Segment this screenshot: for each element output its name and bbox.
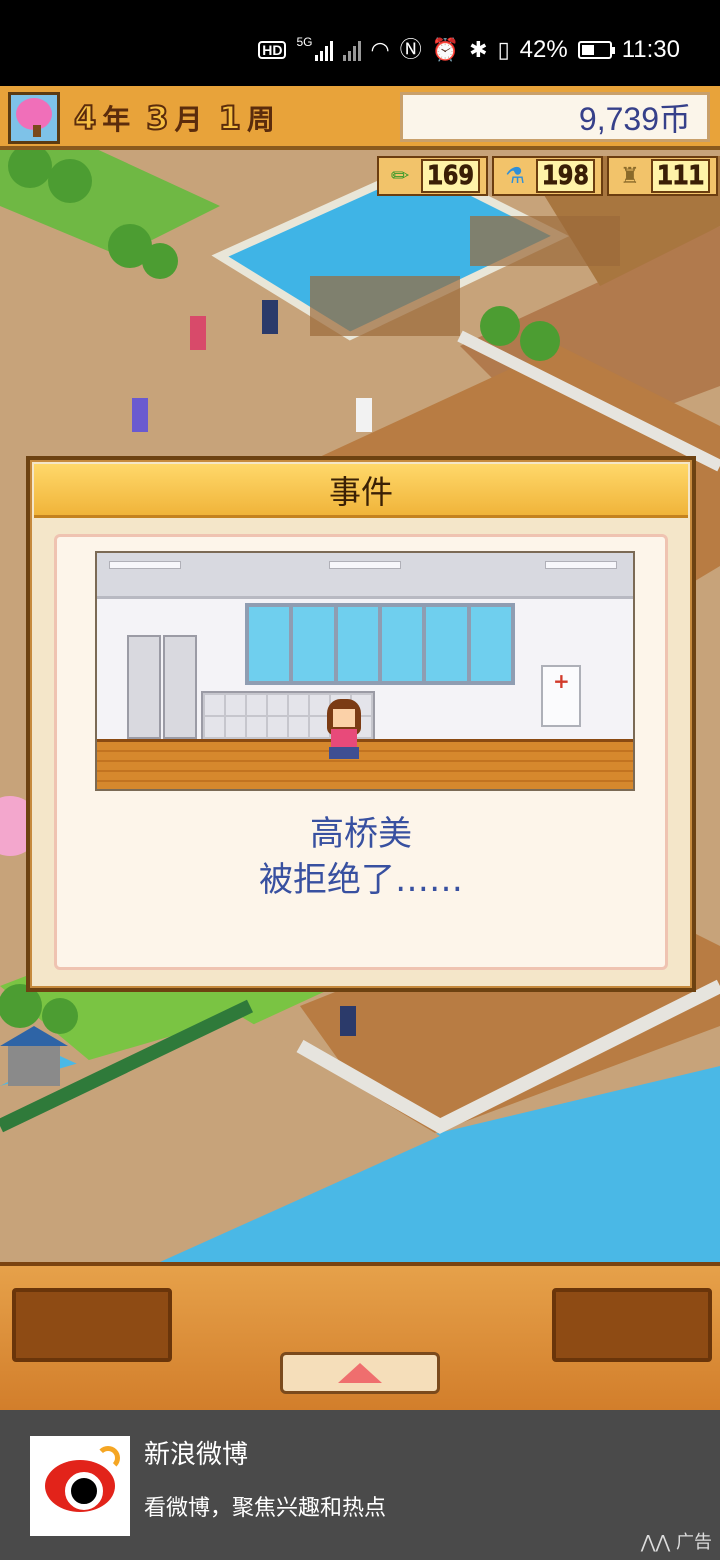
windows [245,603,515,685]
event-illustration [95,551,635,791]
event-header: 事件 [34,464,688,518]
vibrate-icon: ▯ [497,37,510,62]
flask-icon: ⚗ [505,163,525,189]
week-value: 1 [218,98,242,138]
first-aid-cabinet [541,665,581,727]
bluetooth-icon: ✱ [469,37,488,62]
event-result-text: 被拒绝了…… [259,860,463,900]
wooden-floor [97,739,633,789]
top-hud: 4 年 3 月 1 周 9,739币 [0,86,720,150]
game-screen[interactable]: 4 年 3 月 1 周 9,739币 ✏ 169 ⚗ 198 ♜ 111 事件 [0,86,720,1410]
pencil-icon: ✏ [390,163,410,189]
status-icons: HD 5G ◠ Ⓝ ⏰ ✱ ▯ 42% 11:30 [258,36,680,64]
signal-2-icon [342,39,361,61]
event-title: 事件 [328,472,393,511]
resource-trophy: ♜ 111 [607,156,718,196]
year-unit: 年 [102,103,131,136]
season-tree-icon[interactable] [8,92,60,144]
battery-icon [577,41,615,59]
ceiling [97,553,633,599]
ad-tag-text: 广告 [676,1532,712,1553]
left-slot-button[interactable] [12,1288,172,1362]
status-bar: HD 5G ◠ Ⓝ ⏰ ✱ ▯ 42% 11:30 [0,0,720,86]
event-message: 高桥美 被拒绝了…… [57,811,665,903]
alarm-icon: ⏰ [431,37,460,62]
ad-banner[interactable]: 新浪微博 看微博，聚焦兴趣和热点 ⋀⋀ 广告 [0,1410,720,1560]
resource-flask: ⚗ 198 [492,156,604,196]
resource-trophy-value: 111 [651,159,710,193]
ad-title[interactable]: 新浪微博 [144,1434,248,1471]
classroom-wall [97,599,633,741]
week-unit: 周 [246,103,275,136]
event-dialog[interactable]: 事件 + 高桥美 被拒绝了…… [26,456,696,992]
bottom-panel [0,1262,720,1410]
weibo-logo-icon[interactable] [30,1436,130,1536]
money-display: 9,739币 [400,92,710,142]
nfc-icon: Ⓝ [399,37,422,62]
network-type: 5G [296,35,313,49]
clock: 11:30 [621,36,680,63]
month-value: 3 [145,98,169,138]
up-arrow-icon [338,1363,382,1383]
student-character [323,699,365,765]
trophy-icon: ♜ [620,163,640,189]
expand-menu-button[interactable] [280,1352,440,1394]
signal-icon [314,39,333,61]
resource-flask-value: 198 [536,159,596,193]
hd-icon: HD [258,41,287,59]
right-slot-button[interactable] [552,1288,712,1362]
resource-pencil: ✏ 169 [377,156,489,196]
ad-subtitle[interactable]: 看微博，聚焦兴趣和热点 [144,1490,386,1522]
month-unit: 月 [174,103,203,136]
year-value: 4 [73,98,97,138]
money-value: 9,739币 [578,101,691,137]
event-body: 高桥美 被拒绝了…… [54,534,668,970]
ad-tag: ⋀⋀ 广告 [640,1532,712,1553]
game-date: 4 年 3 月 1 周 [73,98,285,138]
event-character-name: 高桥美 [310,814,412,854]
resource-pencil-value: 169 [421,159,481,193]
tall-lockers [127,635,197,739]
resource-bar: ✏ 169 ⚗ 198 ♜ 111 [377,156,718,196]
wifi-icon: ◠ [370,37,390,62]
battery-percent: 42% [519,36,568,63]
